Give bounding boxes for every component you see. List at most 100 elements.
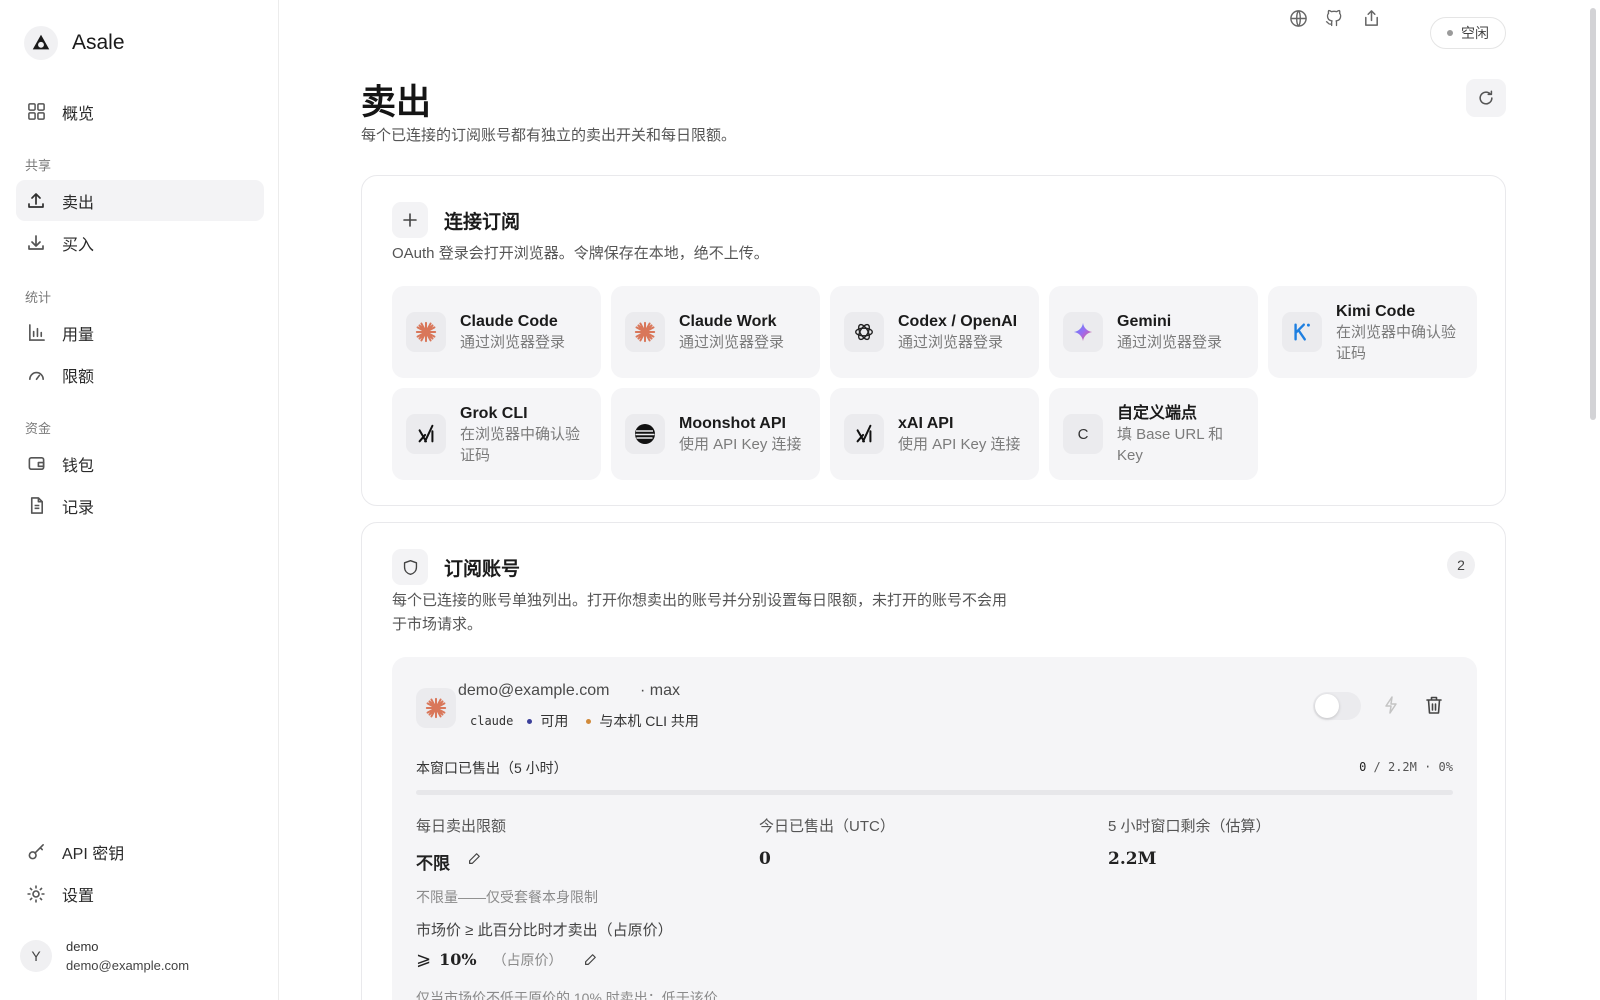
gauge-icon xyxy=(26,365,46,385)
provider-claude-code[interactable]: Claude Code 通过浏览器登录 xyxy=(392,286,601,378)
provider-name: Claude Work xyxy=(679,313,777,330)
document-icon xyxy=(26,496,46,516)
user-profile[interactable]: Y demo demo@example.com xyxy=(20,937,189,975)
sidebar-item-usage[interactable]: 用量 xyxy=(16,312,264,353)
user-email: demo@example.com xyxy=(66,958,190,973)
nav-group-funds: 资金 xyxy=(25,421,52,436)
provider-name: Gemini xyxy=(1117,313,1172,330)
provider-tag: claude xyxy=(470,714,514,728)
provider-desc: 使用 API Key 连接 xyxy=(679,436,802,453)
scrollbar-thumb[interactable] xyxy=(1590,8,1596,420)
globe-icon[interactable] xyxy=(1288,8,1308,28)
limit-hint: 不限量——仅受套餐本身限制 xyxy=(416,889,598,905)
bolt-icon[interactable] xyxy=(1383,696,1399,714)
status-available: 可用 xyxy=(540,713,569,729)
shield-icon xyxy=(392,549,428,585)
trash-icon[interactable] xyxy=(1425,695,1443,715)
provider-desc: 在浏览器中确认验证码 xyxy=(460,425,581,464)
sidebar-item-overview[interactable]: 概览 xyxy=(16,91,264,132)
nav-group-share: 共享 xyxy=(25,158,52,173)
toggle-knob xyxy=(1315,694,1339,718)
sidebar-item-label: 钱包 xyxy=(62,457,95,475)
sidebar-item-api-keys[interactable]: API 密钥 xyxy=(16,831,264,872)
scrollbar[interactable] xyxy=(1590,0,1598,1000)
card-description: OAuth 登录会打开浏览器。令牌保存在本地，绝不上传。 xyxy=(392,245,769,262)
app-name: Asale xyxy=(72,31,125,54)
provider-name: Codex / OpenAI xyxy=(898,313,1018,330)
avatar: Y xyxy=(20,940,52,972)
window-progress-bar xyxy=(416,790,1453,795)
plus-icon[interactable] xyxy=(392,202,428,238)
bar-chart-icon xyxy=(26,323,46,343)
sidebar-item-limits[interactable]: 限额 xyxy=(16,354,264,395)
sidebar-item-label: 买入 xyxy=(62,236,95,254)
sidebar-item-label: 概览 xyxy=(62,105,95,123)
status-dot xyxy=(1447,30,1453,36)
card-header: 连接订阅 xyxy=(392,202,520,238)
provider-xai-api[interactable]: xAI API 使用 API Key 连接 xyxy=(830,388,1039,480)
description-line: 于市场请求。 xyxy=(392,616,483,633)
ge-symbol: ⩾ xyxy=(416,949,432,969)
kimi-icon xyxy=(1282,312,1322,352)
provider-grok-cli[interactable]: Grok CLI 在浏览器中确认验证码 xyxy=(392,388,601,480)
description-line: 每个已连接的账号单独列出。打开你想卖出的账号并分别设置每日限额，未打开的账号不会… xyxy=(392,592,1008,609)
market-threshold-note: （占原价） xyxy=(492,951,563,968)
provider-desc: 填 Base URL 和 Key xyxy=(1117,425,1224,464)
xai-icon xyxy=(844,414,884,454)
brand[interactable]: Asale xyxy=(24,26,125,60)
daily-limit-value: 不限 xyxy=(416,854,450,873)
sidebar-item-settings[interactable]: 设置 xyxy=(16,873,264,914)
github-icon[interactable] xyxy=(1324,8,1344,28)
provider-name: 自定义端点 xyxy=(1117,404,1198,422)
key-icon xyxy=(26,842,46,862)
provider-desc: 通过浏览器登录 xyxy=(460,334,566,351)
account-meta: claude 可用 与本机 CLI 共用 xyxy=(470,711,699,731)
provider-moonshot-api[interactable]: Moonshot API 使用 API Key 连接 xyxy=(611,388,820,480)
sidebar-item-records[interactable]: 记录 xyxy=(16,485,264,526)
provider-name: Grok CLI xyxy=(460,404,528,422)
claude-icon xyxy=(416,688,456,728)
provider-custom-endpoint[interactable]: C 自定义端点填 Base URL 和 Key xyxy=(1049,388,1258,480)
provider-kimi-code[interactable]: Kimi Code 在浏览器中确认验证码 xyxy=(1268,286,1477,378)
today-sold-label: 今日已售出（UTC） xyxy=(759,818,895,835)
card-title: 订阅账号 xyxy=(444,558,521,580)
provider-claude-work[interactable]: Claude Work 通过浏览器登录 xyxy=(611,286,820,378)
grid-icon xyxy=(26,102,46,122)
market-threshold-row: ⩾ 10% （占原价） xyxy=(416,949,597,970)
account-card: demo@example.com · max claude 可用 与本机 CLI… xyxy=(392,657,1477,1000)
provider-desc: 在浏览器中确认验证码 xyxy=(1336,323,1457,362)
status-pill[interactable]: 空闲 xyxy=(1430,17,1506,49)
refresh-button[interactable] xyxy=(1466,79,1506,117)
sidebar-item-wallet[interactable]: 钱包 xyxy=(16,443,264,484)
status-shared: 与本机 CLI 共用 xyxy=(599,713,699,729)
today-sold-value: 0 xyxy=(759,849,771,869)
provider-name: Claude Code xyxy=(460,313,558,330)
card-description: 每个已连接的账号单独列出。打开你想卖出的账号并分别设置每日限额，未打开的账号不会… xyxy=(392,589,1007,637)
market-threshold-label: 市场价 ≥ 此百分比时才卖出（占原价） xyxy=(416,922,673,939)
window-remaining-value: 2.2M xyxy=(1108,849,1157,869)
claude-icon xyxy=(406,312,446,352)
sell-toggle[interactable] xyxy=(1313,692,1361,720)
sidebar-item-label: 用量 xyxy=(62,326,95,344)
sidebar-item-sell[interactable]: 卖出 xyxy=(16,180,264,221)
edit-daily-limit-icon[interactable] xyxy=(467,852,481,866)
edit-market-threshold-icon[interactable] xyxy=(583,953,597,967)
market-threshold-value: 10% xyxy=(439,950,477,969)
market-hint: 仅当市场价不低于原价的 10% 时卖出；低于该价 xyxy=(416,990,718,1000)
share-icon[interactable] xyxy=(1361,8,1381,28)
sidebar-item-label: 记录 xyxy=(62,499,95,517)
card-header: 订阅账号 xyxy=(392,549,520,585)
custom-endpoint-icon: C xyxy=(1063,414,1103,454)
nav-group-stats: 统计 xyxy=(25,290,52,305)
account-plan: · max xyxy=(640,682,680,699)
sidebar-item-label: 设置 xyxy=(62,887,95,905)
moonshot-icon xyxy=(625,414,665,454)
user-name: demo xyxy=(66,939,99,954)
gear-icon xyxy=(26,884,46,904)
provider-name: Kimi Code xyxy=(1336,302,1416,320)
provider-gemini[interactable]: Gemini 通过浏览器登录 xyxy=(1049,286,1258,378)
claude-icon xyxy=(625,312,665,352)
provider-codex-openai[interactable]: Codex / OpenAI 通过浏览器登录 xyxy=(830,286,1039,378)
provider-desc: 通过浏览器登录 xyxy=(679,334,785,351)
sidebar-item-buy[interactable]: 买入 xyxy=(16,222,264,263)
